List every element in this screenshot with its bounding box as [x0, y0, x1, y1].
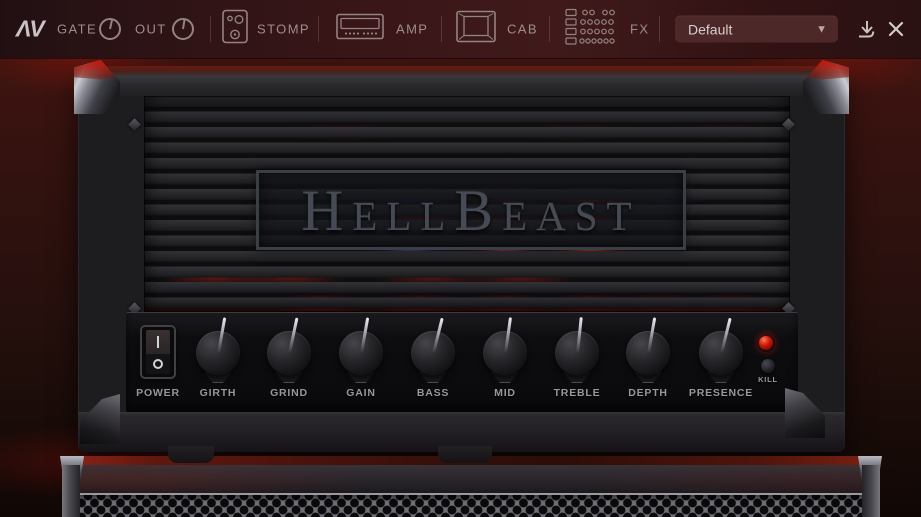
fx-button[interactable]: [565, 8, 621, 51]
cabinet-front-roll: [62, 465, 880, 493]
amp-render-stage: HellBeast POWER GIRTH GRIND GAIN BASS MI…: [0, 58, 921, 517]
toolbar-divider: [210, 16, 211, 42]
amp-head-icon: [336, 13, 384, 40]
control-panel: POWER GIRTH GRIND GAIN BASS MID TREBLE D…: [126, 312, 798, 412]
screw-icon: [128, 118, 141, 131]
cabinet-post-left: [62, 465, 80, 517]
amp-label[interactable]: AMP: [396, 22, 428, 37]
mid-knob[interactable]: [482, 317, 528, 383]
amp-head-top-roll: [78, 66, 845, 96]
kill-label: KILL: [758, 375, 778, 384]
amp-head: HellBeast POWER GIRTH GRIND GAIN BASS MI…: [74, 60, 845, 452]
power-led: [757, 334, 775, 352]
amp-foot: [168, 446, 214, 463]
presence-knob[interactable]: [698, 317, 744, 383]
metal-corner-bottom-left: [80, 394, 120, 444]
presence-label: PRESENCE: [688, 387, 754, 399]
amp-foot: [438, 446, 492, 463]
chevron-down-icon: ▼: [816, 23, 827, 35]
cabinet-icon: [456, 10, 496, 43]
gain-knob[interactable]: [338, 317, 384, 383]
cabinet-metal-grille: [62, 493, 880, 517]
power-switch-off-half[interactable]: [146, 354, 170, 374]
stomp-label[interactable]: STOMP: [257, 22, 310, 37]
rack-icon: [565, 8, 615, 45]
power-switch-on-half[interactable]: [146, 330, 170, 354]
speaker-cabinet: [60, 456, 882, 517]
amp-button[interactable]: [336, 13, 384, 46]
preset-dropdown[interactable]: Default ▼: [675, 15, 838, 43]
kill-switch[interactable]: [761, 359, 775, 373]
toolbar-divider: [318, 16, 319, 42]
brand-plate: HellBeast: [256, 170, 686, 250]
brand-name: HellBeast: [301, 177, 641, 243]
gate-label: GATE: [57, 21, 98, 37]
download-icon[interactable]: [856, 18, 878, 40]
out-label: OUT: [135, 21, 167, 37]
gate-knob-icon[interactable]: [98, 17, 122, 41]
toolbar-divider: [441, 16, 442, 42]
power-switch[interactable]: [140, 325, 176, 379]
grind-knob[interactable]: [266, 317, 312, 383]
stomp-button[interactable]: [222, 9, 248, 49]
girth-knob[interactable]: [195, 317, 241, 383]
power-off-symbol: [153, 359, 163, 369]
metal-corner-bottom-right: [785, 388, 825, 438]
close-icon[interactable]: [886, 19, 906, 39]
fx-label[interactable]: FX: [630, 22, 649, 37]
power-on-symbol: [157, 336, 159, 348]
pedal-icon: [222, 9, 248, 44]
treble-knob[interactable]: [554, 317, 600, 383]
cabinet-post-right: [862, 465, 880, 517]
depth-knob[interactable]: [625, 317, 671, 383]
hellbeast-plugin-window: ΛV GATE OUT STOMP AMP CAB FX Default ▼ H…: [0, 0, 921, 517]
cab-button[interactable]: [456, 10, 496, 48]
out-knob-icon[interactable]: [171, 17, 195, 41]
toolbar: ΛV GATE OUT STOMP AMP CAB FX Default ▼: [0, 0, 921, 58]
preset-value: Default: [688, 21, 733, 37]
bass-knob[interactable]: [410, 317, 456, 383]
audio-assault-logo: ΛV: [16, 15, 45, 42]
toolbar-divider: [659, 16, 660, 42]
toolbar-divider: [549, 16, 550, 42]
cab-label[interactable]: CAB: [507, 22, 538, 37]
